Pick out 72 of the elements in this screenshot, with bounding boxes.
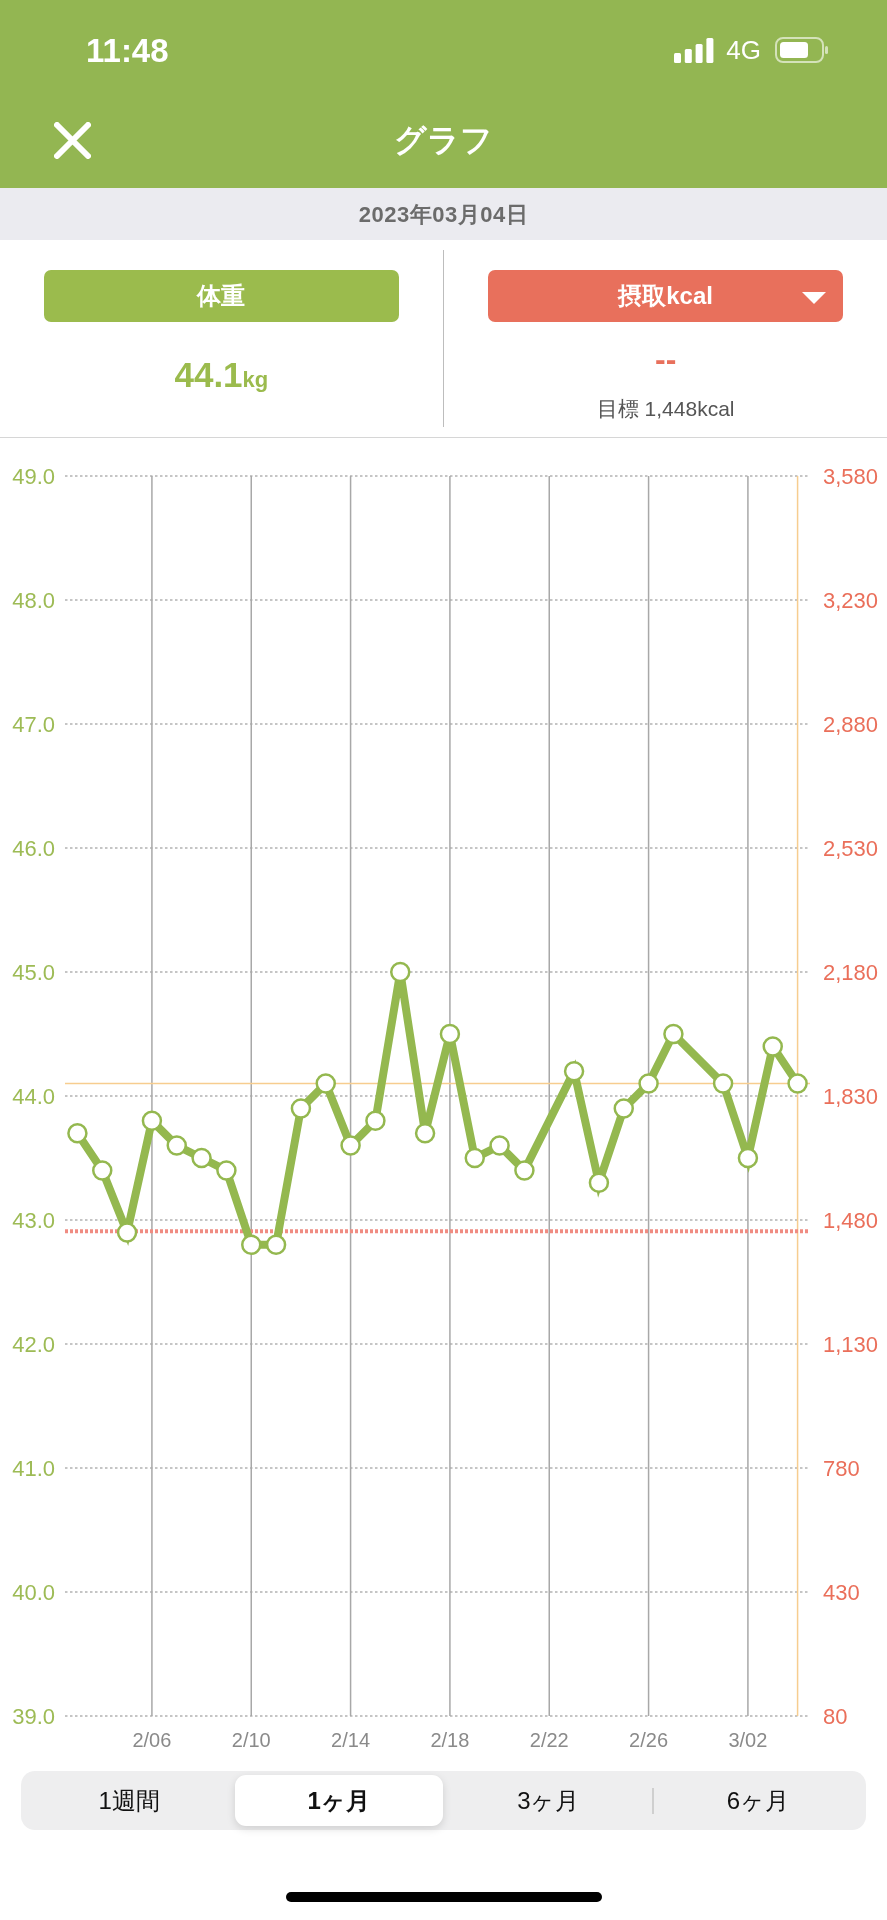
secondary-axis-label: 2,880 [823,712,879,737]
secondary-axis-label: 780 [823,1456,860,1481]
x-axis-label: 2/14 [331,1729,371,1751]
data-point [216,1160,237,1181]
data-point [439,1023,461,1045]
data-point [141,1110,163,1132]
secondary-axis-label: 2,530 [823,836,879,861]
y-axis-label: 48.0 [12,588,55,613]
data-point [663,1023,684,1045]
y-axis-label: 41.0 [12,1456,55,1481]
x-axis-label: 2/22 [529,1729,569,1751]
y-axis-label: 43.0 [12,1208,55,1233]
period-tab[interactable]: 1ヶ月 [234,1775,443,1826]
secondary-axis-label: 3,580 [823,464,879,489]
y-axis-label: 49.0 [12,464,55,489]
secondary-axis-label: 430 [823,1580,860,1605]
data-point [241,1234,262,1256]
data-point [712,1073,734,1094]
close-icon [54,121,91,159]
secondary-axis-label: 1,830 [823,1084,879,1109]
period-tab[interactable]: 1週間 [25,1775,234,1826]
data-point [340,1135,361,1156]
x-axis-label: 2/06 [132,1729,172,1751]
close-button[interactable] [54,121,91,159]
period-tab[interactable]: 3ヶ月 [444,1775,653,1826]
data-point [116,1222,138,1243]
x-axis-label: 2/26 [629,1729,669,1751]
data-point [489,1135,510,1156]
battery-icon [775,37,829,63]
y-axis-label: 39.0 [12,1704,55,1729]
secondary-axis-label: 2,180 [823,960,879,985]
status-time: 11:48 [86,33,169,67]
data-point [762,1036,783,1057]
y-axis-label: 46.0 [12,836,55,861]
data-point [514,1160,535,1181]
data-point [414,1122,436,1144]
data-point [191,1147,212,1169]
secondary-axis-label: 1,130 [823,1332,879,1357]
y-axis-label: 44.0 [12,1084,55,1109]
date-label: 2023年03月04日 [358,200,529,229]
y-axis-label: 47.0 [12,712,55,737]
y-axis-label: 42.0 [12,1332,55,1357]
data-point [290,1098,312,1119]
data-point [265,1234,287,1256]
data-point [787,1073,808,1094]
screen-title: グラフ [394,120,493,160]
x-axis-label: 2/10 [231,1729,271,1751]
data-point [638,1073,659,1094]
data-point [737,1147,759,1169]
weight-value: 44.1kg [174,354,269,396]
y-axis-label: 45.0 [12,960,55,985]
period-tab[interactable]: 6ヶ月 [653,1775,862,1826]
data-point [315,1073,336,1094]
secondary-axis-label: 1,480 [823,1208,879,1233]
secondary-axis-label: 80 [823,1704,848,1729]
network-label: 4G [726,37,761,63]
signal-icon [674,37,715,63]
y-axis-label: 40.0 [12,1580,55,1605]
secondary-axis-label: 3,230 [823,588,879,613]
data-point [67,1122,88,1144]
x-axis-label: 3/02 [728,1729,768,1751]
data-point [92,1160,113,1181]
data-point [464,1147,485,1169]
target-label: 目標 1,448kcal [596,396,735,423]
data-point [613,1098,634,1119]
data-point [588,1172,610,1194]
x-axis-label: 2/18 [430,1729,470,1751]
intake-value: -- [654,342,677,378]
data-point [563,1060,585,1082]
data-point [365,1110,386,1132]
data-point [166,1135,187,1156]
data-point [390,961,411,983]
